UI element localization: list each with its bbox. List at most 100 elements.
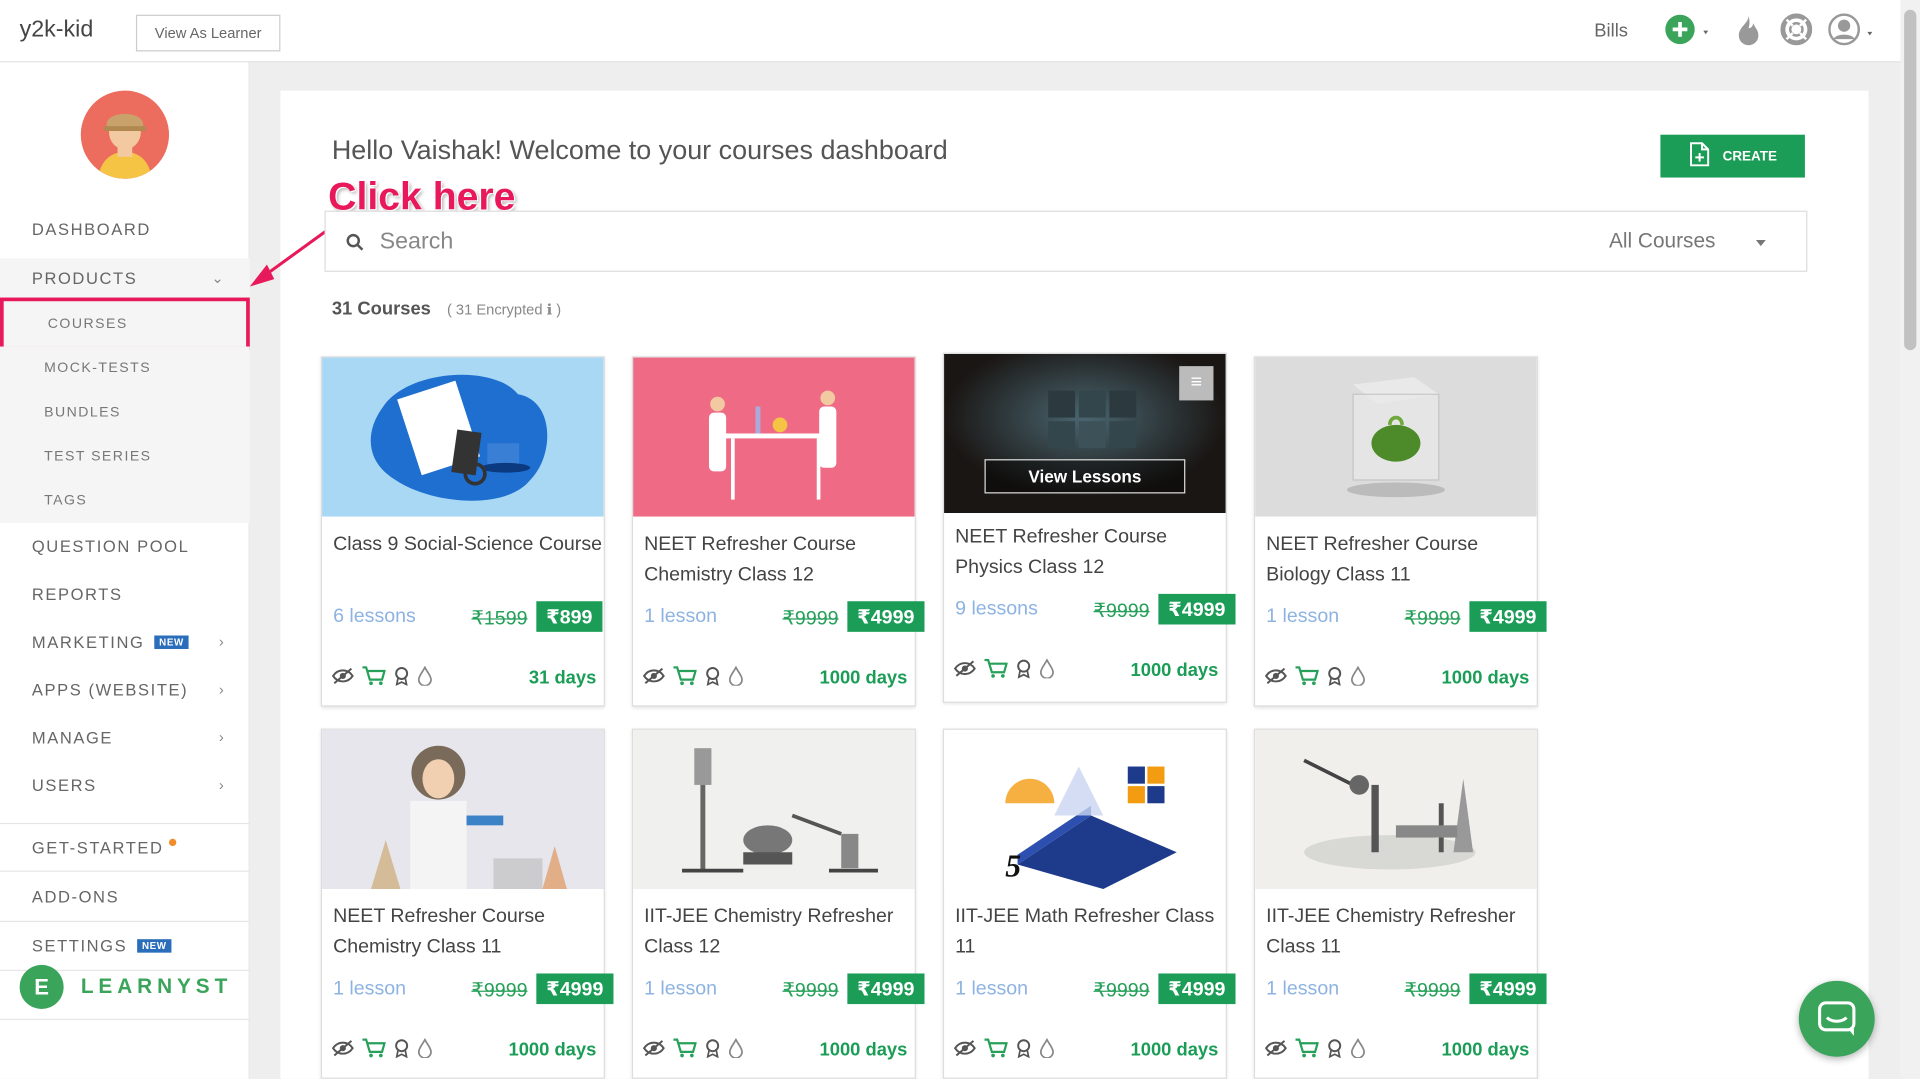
drop-icon[interactable] bbox=[417, 1037, 433, 1064]
lesson-count-link[interactable]: 1 lesson bbox=[1266, 978, 1339, 1000]
course-card[interactable]: NEET Refresher Course Chemistry Class 12… bbox=[631, 356, 925, 707]
certificate-icon[interactable] bbox=[1326, 666, 1343, 692]
course-thumbnail[interactable] bbox=[633, 357, 915, 517]
cart-icon[interactable] bbox=[672, 666, 697, 692]
cart-icon[interactable] bbox=[1294, 666, 1320, 692]
chevron-right-icon: › bbox=[218, 776, 226, 794]
nav-settings[interactable]: SETTINGS NEW bbox=[0, 929, 250, 961]
hidden-eye-icon[interactable] bbox=[642, 1040, 665, 1063]
lesson-count-link[interactable]: 1 lesson bbox=[644, 606, 717, 628]
course-thumbnail[interactable]: 5 bbox=[944, 729, 1226, 889]
validity-days: 1000 days bbox=[1441, 1039, 1530, 1061]
course-thumbnail[interactable]: ≡ View Lessons bbox=[944, 353, 1226, 514]
cart-icon[interactable] bbox=[361, 666, 386, 692]
cart-icon[interactable] bbox=[1294, 1038, 1320, 1064]
brand-name[interactable]: y2k-kid bbox=[20, 17, 94, 44]
course-thumbnail[interactable] bbox=[1255, 357, 1537, 517]
create-button[interactable]: CREATE bbox=[1660, 134, 1805, 178]
hidden-eye-icon[interactable] bbox=[642, 667, 665, 690]
drop-icon[interactable] bbox=[1039, 1037, 1055, 1064]
drop-icon[interactable] bbox=[417, 665, 433, 692]
nav-apps-website[interactable]: APPS (WEBSITE) › bbox=[0, 673, 250, 705]
course-title[interactable]: NEET Refresher Course Physics Class 12 bbox=[955, 522, 1224, 583]
user-menu-icon[interactable] bbox=[1828, 13, 1882, 53]
nav-users[interactable]: USERS › bbox=[0, 769, 250, 801]
nav-get-started[interactable]: GET-STARTED bbox=[0, 831, 250, 863]
help-lifebuoy-icon[interactable] bbox=[1780, 13, 1813, 53]
cart-icon[interactable] bbox=[983, 1038, 1008, 1064]
cart-icon[interactable] bbox=[983, 658, 1008, 685]
chat-button[interactable] bbox=[1798, 980, 1875, 1057]
lesson-count-link[interactable]: 6 lessons bbox=[333, 606, 416, 628]
course-title[interactable]: NEET Refresher Course Chemistry Class 11 bbox=[333, 901, 602, 962]
lesson-count-link[interactable]: 1 lesson bbox=[333, 978, 406, 1000]
certificate-icon[interactable] bbox=[704, 666, 721, 692]
drop-icon[interactable] bbox=[728, 665, 744, 692]
course-card[interactable]: IIT-JEE Chemistry Refresher Class 11 1 le… bbox=[1253, 728, 1547, 1079]
course-thumbnail[interactable] bbox=[1255, 729, 1537, 889]
nav-sub-courses[interactable]: COURSES bbox=[0, 297, 250, 351]
nav-sub-bundles[interactable]: BUNDLES bbox=[0, 390, 250, 435]
certificate-icon[interactable] bbox=[1015, 659, 1032, 685]
learnyst-logo: E LEARNYST bbox=[19, 964, 233, 1009]
certificate-icon[interactable] bbox=[393, 666, 410, 692]
search-input[interactable] bbox=[379, 226, 1360, 259]
course-card[interactable]: NEET Refresher Course Biology Class 11 1 … bbox=[1253, 356, 1547, 707]
view-lessons-button[interactable]: View Lessons bbox=[984, 459, 1186, 494]
hidden-eye-icon[interactable] bbox=[331, 667, 354, 690]
avatar[interactable] bbox=[80, 90, 169, 179]
flame-icon[interactable] bbox=[1735, 13, 1762, 53]
drop-icon[interactable] bbox=[1039, 658, 1055, 685]
course-title[interactable]: IIT-JEE Chemistry Refresher Class 12 bbox=[644, 901, 913, 962]
drop-icon[interactable] bbox=[1350, 665, 1366, 692]
course-title[interactable]: Class 9 Social-Science Course bbox=[333, 529, 602, 560]
course-title[interactable]: NEET Refresher Course Chemistry Class 12 bbox=[644, 529, 913, 590]
lesson-count-link[interactable]: 9 lessons bbox=[955, 599, 1038, 621]
course-thumbnail[interactable] bbox=[633, 729, 915, 889]
course-title[interactable]: IIT-JEE Chemistry Refresher Class 11 bbox=[1266, 901, 1535, 962]
nav-products[interactable]: PRODUCTS ⌄ bbox=[0, 258, 250, 298]
drop-icon[interactable] bbox=[728, 1037, 744, 1064]
view-as-learner-button[interactable]: View As Learner bbox=[135, 14, 281, 52]
hidden-eye-icon[interactable] bbox=[1264, 1040, 1287, 1063]
nav-reports[interactable]: REPORTS bbox=[0, 578, 250, 610]
lesson-count-link[interactable]: 1 lesson bbox=[644, 978, 717, 1000]
course-thumbnail[interactable] bbox=[322, 357, 604, 517]
course-card[interactable]: ≡ View Lessons NEET Refresher Course Physi… bbox=[942, 352, 1236, 703]
lesson-count-link[interactable]: 1 lesson bbox=[955, 978, 1028, 1000]
certificate-icon[interactable] bbox=[393, 1038, 410, 1064]
hidden-eye-icon[interactable] bbox=[953, 660, 976, 683]
nav-sub-test-series[interactable]: TEST SERIES bbox=[0, 434, 250, 479]
hidden-eye-icon[interactable] bbox=[953, 1040, 976, 1063]
certificate-icon[interactable] bbox=[1326, 1038, 1343, 1064]
add-icon[interactable] bbox=[1664, 13, 1713, 53]
hamburger-menu-icon[interactable]: ≡ bbox=[1179, 366, 1214, 401]
validity-days: 1000 days bbox=[1130, 660, 1219, 681]
hidden-eye-icon[interactable] bbox=[331, 1040, 354, 1063]
certificate-icon[interactable] bbox=[1015, 1038, 1032, 1064]
course-title[interactable]: IIT-JEE Math Refresher Class 11 bbox=[955, 901, 1224, 962]
course-card[interactable]: NEET Refresher Course Chemistry Class 11… bbox=[320, 728, 614, 1079]
course-card[interactable]: Class 9 Social-Science Course 6 lessons ₹1… bbox=[320, 356, 605, 707]
nav-sub-tags[interactable]: TAGS bbox=[0, 478, 250, 523]
course-card[interactable]: IIT-JEE Chemistry Refresher Class 12 1 le… bbox=[631, 728, 925, 1079]
nav-question-pool[interactable]: QUESTION POOL bbox=[0, 530, 250, 562]
cart-icon[interactable] bbox=[361, 1038, 386, 1064]
scrollbar[interactable] bbox=[1900, 0, 1920, 1079]
course-card[interactable]: 5 IIT-JEE Math Refresher Class 11 1 lesson… bbox=[942, 728, 1236, 1079]
cart-icon[interactable] bbox=[672, 1038, 697, 1064]
bills-link[interactable]: Bills bbox=[1594, 21, 1628, 42]
nav-marketing[interactable]: MARKETING NEW › bbox=[0, 626, 250, 658]
certificate-icon[interactable] bbox=[704, 1038, 721, 1064]
nav-manage[interactable]: MANAGE › bbox=[0, 721, 250, 753]
course-filter-dropdown[interactable]: All Courses bbox=[1609, 229, 1766, 253]
nav-add-ons[interactable]: ADD-ONS bbox=[0, 880, 250, 912]
hidden-eye-icon[interactable] bbox=[1264, 667, 1287, 690]
lesson-count-link[interactable]: 1 lesson bbox=[1266, 606, 1339, 628]
scrollbar-thumb[interactable] bbox=[1904, 9, 1917, 351]
nav-dashboard[interactable]: DASHBOARD bbox=[0, 213, 250, 245]
drop-icon[interactable] bbox=[1350, 1037, 1366, 1064]
nav-sub-mock-tests[interactable]: MOCK-TESTS bbox=[0, 346, 250, 391]
course-title[interactable]: NEET Refresher Course Biology Class 11 bbox=[1266, 529, 1535, 590]
course-thumbnail[interactable] bbox=[322, 729, 604, 889]
